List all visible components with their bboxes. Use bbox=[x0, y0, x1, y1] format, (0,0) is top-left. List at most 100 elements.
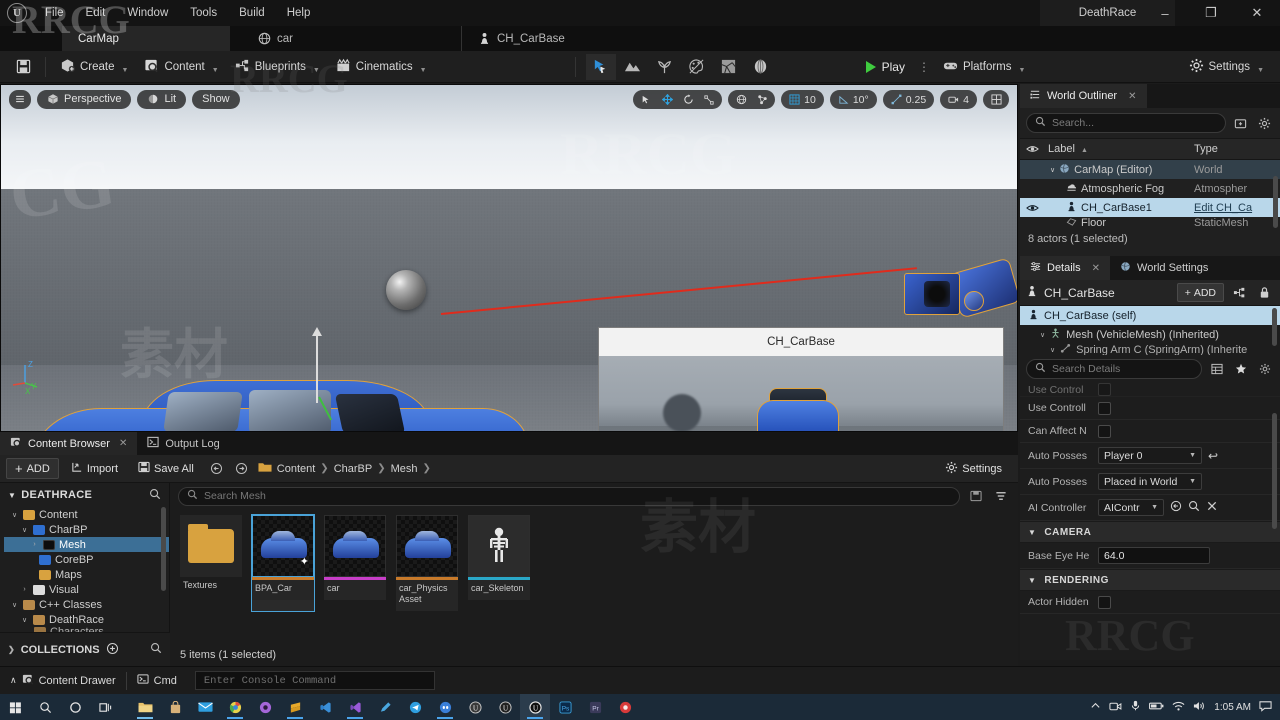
asset-tile-bpa-car[interactable]: ✦ BPA_Car bbox=[251, 514, 315, 612]
cb-settings-button[interactable]: Settings bbox=[937, 458, 1010, 479]
property-row-base-eye-height[interactable]: Base Eye He 64.0 bbox=[1020, 543, 1280, 569]
premiere-icon[interactable]: Pr bbox=[580, 694, 610, 720]
scale-tool-icon[interactable] bbox=[700, 92, 718, 108]
save-icon[interactable] bbox=[8, 54, 39, 80]
tree-row-content[interactable]: ∨ Content bbox=[4, 507, 169, 522]
tab-car[interactable]: car bbox=[242, 26, 309, 51]
camera-icon[interactable] bbox=[1109, 700, 1122, 715]
move-tool-icon[interactable] bbox=[658, 92, 676, 108]
cortana-icon[interactable] bbox=[60, 694, 90, 720]
tree-row-corebp[interactable]: CoreBP bbox=[4, 552, 169, 567]
base-eye-height-input[interactable]: 64.0 bbox=[1098, 547, 1210, 564]
sources-scrollbar[interactable] bbox=[161, 507, 166, 591]
breadcrumb-mesh[interactable]: Mesh bbox=[391, 463, 418, 475]
property-checkbox[interactable] bbox=[1098, 424, 1111, 438]
breadcrumb-content[interactable]: Content bbox=[277, 463, 316, 475]
add-component-button[interactable]: + ADD bbox=[1176, 283, 1224, 302]
cb-save-all-button[interactable]: Save All bbox=[130, 458, 202, 479]
expander-icon[interactable]: ∨ bbox=[1040, 331, 1045, 339]
visualstudio-icon[interactable] bbox=[340, 694, 370, 720]
mail-icon[interactable] bbox=[190, 694, 220, 720]
chevron-up-icon[interactable] bbox=[1090, 700, 1101, 714]
filter-icon[interactable] bbox=[991, 487, 1010, 506]
cinematics-button[interactable]: Cinematics ▼ bbox=[328, 54, 435, 80]
property-row-can-affect[interactable]: Can Affect N bbox=[1020, 420, 1280, 443]
expander-icon[interactable]: ∨ bbox=[1050, 166, 1055, 174]
menu-build[interactable]: Build bbox=[228, 4, 276, 22]
sublime-icon[interactable] bbox=[280, 694, 310, 720]
tab-details[interactable]: Details ✕ bbox=[1020, 256, 1111, 280]
outliner-row-carmap[interactable]: ∨ CarMap (Editor) World bbox=[1020, 160, 1280, 179]
property-row-auto-possess-player[interactable]: Auto Posses Player 0 ▼ ↩ bbox=[1020, 443, 1280, 469]
column-type[interactable]: Type bbox=[1194, 143, 1280, 155]
search-icon[interactable] bbox=[30, 694, 60, 720]
actor-preview-viewport[interactable]: 90.000000 bbox=[599, 356, 1003, 431]
level-viewport[interactable]: Z Y X Perspective Lit Show 10 10° 0.25 4… bbox=[0, 84, 1018, 432]
unreal-active-icon[interactable]: U bbox=[520, 694, 550, 720]
component-tree-scrollbar[interactable] bbox=[1272, 308, 1277, 346]
component-row-self[interactable]: CH_CarBase (self) bbox=[1020, 306, 1280, 325]
ai-controller-combo[interactable]: AIContr ▼ bbox=[1098, 499, 1164, 516]
actor-preview-panel[interactable]: CH_CarBase 90.000000 bbox=[598, 327, 1004, 431]
vscode-icon[interactable] bbox=[310, 694, 340, 720]
github-icon[interactable] bbox=[250, 694, 280, 720]
property-row-use-control-partial[interactable]: Use Control bbox=[1020, 383, 1280, 397]
close-icon[interactable]: ✕ bbox=[119, 438, 127, 449]
tab-world-settings[interactable]: World Settings bbox=[1110, 256, 1218, 280]
column-label[interactable]: Label ▲ bbox=[1044, 143, 1194, 155]
expander-icon[interactable]: ∨ bbox=[20, 526, 29, 534]
property-checkbox[interactable] bbox=[1098, 401, 1111, 415]
maximize-button[interactable]: ❐ bbox=[1188, 0, 1234, 26]
angle-snap-control[interactable]: 10° bbox=[829, 90, 877, 109]
minimize-button[interactable]: – bbox=[1142, 0, 1188, 26]
save-search-icon[interactable] bbox=[966, 487, 985, 506]
section-rendering[interactable]: ▼ RENDERING bbox=[1020, 569, 1280, 591]
viewport-menu-icon[interactable] bbox=[9, 89, 31, 109]
asset-tile-car[interactable]: car bbox=[324, 515, 386, 611]
blueprint-icon[interactable] bbox=[1230, 283, 1249, 302]
sources-header[interactable]: ▼ DEATHRACE bbox=[0, 483, 169, 507]
property-row-use-controller[interactable]: Use Controll bbox=[1020, 397, 1280, 420]
menu-edit[interactable]: Edit bbox=[75, 4, 117, 22]
details-scrollbar[interactable] bbox=[1272, 413, 1277, 529]
tab-ch-carbase[interactable]: CH_CarBase bbox=[460, 26, 581, 51]
cmd-button[interactable]: Cmd bbox=[127, 667, 187, 695]
browse-icon[interactable] bbox=[1170, 500, 1182, 515]
row-type[interactable]: Edit CH_Ca bbox=[1194, 202, 1280, 214]
expander-icon[interactable]: ∨ bbox=[20, 616, 29, 624]
asset-search-input[interactable]: Search Mesh bbox=[178, 486, 960, 506]
menu-help[interactable]: Help bbox=[276, 4, 322, 22]
rotate-tool-icon[interactable] bbox=[679, 92, 697, 108]
wifi-icon[interactable] bbox=[1172, 700, 1185, 715]
property-row-ai-controller[interactable]: AI Controller AIContr ▼ bbox=[1020, 495, 1280, 521]
menu-file[interactable]: File bbox=[34, 4, 75, 22]
mic-icon[interactable] bbox=[1130, 700, 1141, 714]
details-search-input[interactable]: Search Details bbox=[1026, 359, 1202, 379]
explorer-icon[interactable] bbox=[130, 694, 160, 720]
sources-search-icon[interactable] bbox=[149, 488, 161, 503]
car-actor[interactable] bbox=[21, 380, 541, 431]
play-button[interactable]: Play bbox=[858, 57, 913, 77]
battery-icon[interactable] bbox=[1149, 701, 1164, 714]
auto-possess-player-combo[interactable]: Player 0 ▼ bbox=[1098, 447, 1202, 464]
app-icon[interactable] bbox=[610, 694, 640, 720]
asset-tile-car-skeleton[interactable]: car_Skeleton bbox=[468, 515, 530, 611]
clock[interactable]: 1:05 AM bbox=[1214, 702, 1251, 713]
tab-content-browser[interactable]: Content Browser ✕ bbox=[0, 432, 138, 455]
viewport-lit-button[interactable]: Lit bbox=[137, 89, 187, 109]
cb-forward-button[interactable] bbox=[231, 458, 252, 479]
add-collection-icon[interactable] bbox=[106, 642, 119, 658]
close-icon[interactable]: ✕ bbox=[1092, 263, 1100, 274]
collections-bar[interactable]: ❯ COLLECTIONS bbox=[0, 632, 170, 666]
tree-row-cpp-classes[interactable]: ∨ C++ Classes bbox=[4, 597, 169, 612]
cb-import-button[interactable]: Import bbox=[63, 458, 126, 479]
landscape-mode-icon[interactable] bbox=[618, 54, 648, 80]
world-coords-icon[interactable] bbox=[732, 92, 750, 108]
breadcrumb-charbp[interactable]: CharBP bbox=[334, 463, 373, 475]
foliage-mode-icon[interactable] bbox=[650, 54, 680, 80]
details-settings-gear-icon[interactable] bbox=[1255, 360, 1274, 379]
clear-icon[interactable] bbox=[1206, 500, 1218, 515]
collections-search-icon[interactable] bbox=[150, 642, 162, 657]
new-folder-icon[interactable] bbox=[1231, 114, 1250, 133]
tree-row-visual[interactable]: › Visual bbox=[4, 582, 169, 597]
